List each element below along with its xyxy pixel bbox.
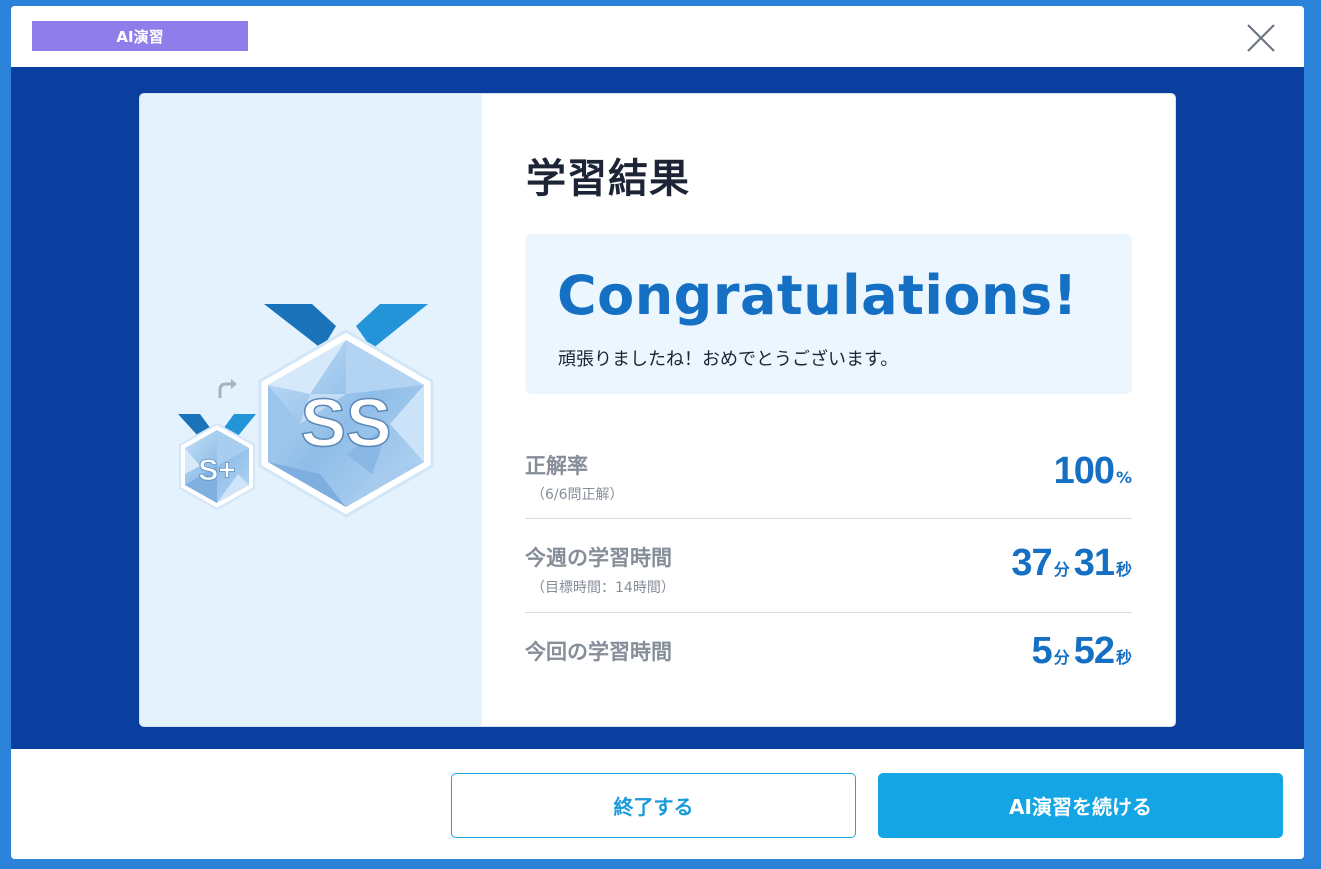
weekly-time-value: 37 分 31 秒: [1011, 542, 1132, 585]
session-time-value: 5 分 52 秒: [1032, 630, 1132, 673]
weekly-time-goal: （目標時間：14時間）: [531, 580, 675, 596]
weekly-seconds-unit: 秒: [1115, 560, 1132, 579]
continue-ai-practice-button[interactable]: AI演習を続ける: [878, 773, 1283, 838]
weekly-seconds: 31: [1073, 542, 1115, 584]
weekly-time-label: 今週の学習時間: [525, 546, 672, 570]
accuracy-label: 正解率: [525, 454, 588, 478]
end-button[interactable]: 終了する: [451, 773, 856, 838]
rank-panel: S+ SS: [140, 94, 482, 726]
congrats-box: Congratulations! 頑張りましたね！おめでとうございます。: [525, 234, 1132, 394]
weekly-minutes-unit: 分: [1053, 560, 1070, 579]
page-title: 学習結果: [526, 156, 690, 202]
session-time-label: 今回の学習時間: [525, 640, 672, 664]
congrats-heading: Congratulations!: [557, 264, 1078, 327]
accuracy-unit: %: [1115, 468, 1132, 487]
weekly-minutes: 37: [1011, 542, 1052, 584]
accuracy-detail: （6/6問正解）: [531, 487, 624, 503]
session-minutes: 5: [1031, 630, 1053, 672]
result-card: S+ SS 学習結果 Congratulations! 頑張りましたね！おめでと…: [139, 93, 1176, 727]
current-rank-label: SS: [301, 385, 392, 461]
content-area: S+ SS 学習結果 Congratulations! 頑張りましたね！おめでと…: [11, 67, 1304, 749]
current-rank-medal: SS: [258, 304, 434, 518]
close-button[interactable]: [1243, 20, 1279, 56]
congrats-message: 頑張りましたね！おめでとうございます。: [558, 349, 899, 370]
result-panel: 学習結果 Congratulations! 頑張りましたね！おめでとうございます…: [482, 94, 1175, 726]
result-modal: AI演習 S+ SS 学習結果 Congratulations! 頑張りましたね…: [11, 6, 1304, 859]
accuracy-number: 100: [1053, 450, 1115, 492]
previous-rank-label: S+: [198, 454, 236, 487]
stat-row-weekly-time: 今週の学習時間 （目標時間：14時間） 37 分 31 秒: [525, 520, 1132, 613]
stat-row-accuracy: 正解率 （6/6問正解） 100 %: [525, 426, 1132, 519]
close-icon: [1247, 24, 1275, 52]
accuracy-value: 100 %: [1054, 450, 1132, 493]
arrow-right-up-icon: [218, 379, 237, 398]
modal-header: AI演習: [11, 6, 1304, 67]
mode-badge: AI演習: [32, 21, 248, 51]
session-minutes-unit: 分: [1053, 648, 1070, 667]
session-seconds-unit: 秒: [1115, 648, 1132, 667]
session-seconds: 52: [1073, 630, 1115, 672]
previous-rank-medal: S+: [178, 414, 256, 511]
stat-row-session-time: 今回の学習時間 5 分 52 秒: [525, 614, 1132, 707]
modal-footer: 終了する AI演習を続ける: [11, 749, 1304, 859]
